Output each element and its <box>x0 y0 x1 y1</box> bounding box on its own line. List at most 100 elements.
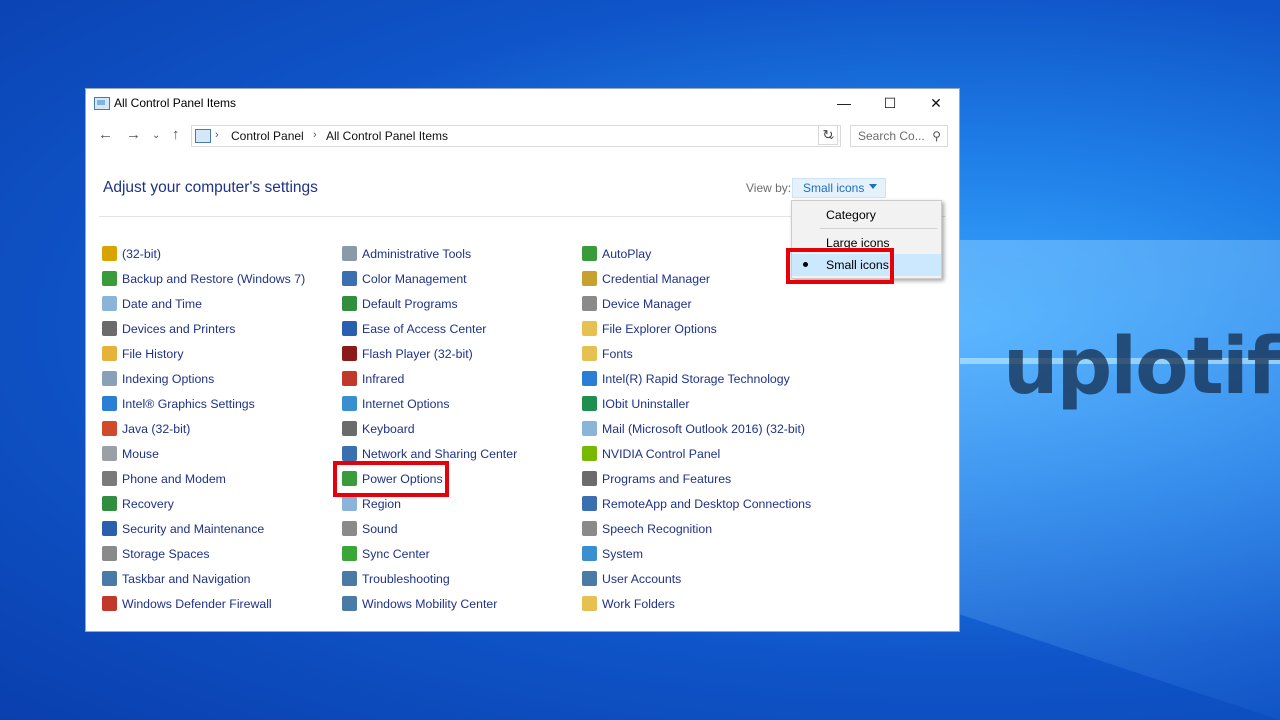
fonts-icon <box>582 346 597 361</box>
control-panel-item[interactable]: Fonts <box>582 344 633 364</box>
control-panel-item[interactable]: Keyboard <box>342 419 415 439</box>
control-panel-item[interactable]: Region <box>342 494 401 514</box>
item-label: (32-bit) <box>122 247 161 261</box>
item-label: Speech Recognition <box>602 522 713 536</box>
backup-icon <box>102 271 117 286</box>
control-panel-item[interactable]: Troubleshooting <box>342 569 450 589</box>
forward-arrow-icon[interactable]: → <box>126 126 141 143</box>
mail-icon <box>582 421 597 436</box>
control-panel-item[interactable]: User Accounts <box>582 569 681 589</box>
address-bar[interactable]: › Control Panel › All Control Panel Item… <box>191 125 841 147</box>
control-panel-item[interactable]: Sync Center <box>342 544 430 564</box>
folder-options-icon <box>582 321 597 336</box>
control-panel-item[interactable]: Recovery <box>102 494 174 514</box>
intel-icon <box>102 396 117 411</box>
watermark: uplotify <box>1003 322 1280 412</box>
breadcrumb-control-panel[interactable]: Control Panel <box>231 126 304 146</box>
highlight-box-small-icons <box>786 248 894 284</box>
item-label: Taskbar and Navigation <box>122 572 251 586</box>
control-panel-item[interactable]: Windows Mobility Center <box>342 594 497 614</box>
control-panel-item[interactable]: Administrative Tools <box>342 244 471 264</box>
infrared-icon <box>342 371 357 386</box>
control-panel-item[interactable]: Ease of Access Center <box>342 319 486 339</box>
firewall-icon <box>102 596 117 611</box>
minimize-button[interactable]: — <box>821 89 867 117</box>
credential-icon <box>582 271 597 286</box>
control-panel-item[interactable]: Work Folders <box>582 594 675 614</box>
item-label: Sound <box>362 522 398 536</box>
item-label: Intel® Graphics Settings <box>122 397 255 411</box>
device-manager-icon <box>582 296 597 311</box>
control-panel-item[interactable]: Java (32-bit) <box>102 419 190 439</box>
nvidia-icon <box>582 446 597 461</box>
item-label: Fonts <box>602 347 633 361</box>
control-panel-item[interactable]: File History <box>102 344 184 364</box>
item-label: Device Manager <box>602 297 692 311</box>
control-panel-item[interactable]: Date and Time <box>102 294 202 314</box>
control-panel-item[interactable]: Intel(R) Rapid Storage Technology <box>582 369 790 389</box>
search-input[interactable]: Search Co... ⚲ <box>850 125 948 147</box>
control-panel-item[interactable]: Indexing Options <box>102 369 214 389</box>
control-panel-item[interactable]: Mouse <box>102 444 159 464</box>
menu-separator <box>820 228 937 229</box>
control-panel-item[interactable]: Taskbar and Navigation <box>102 569 251 589</box>
control-panel-item[interactable]: Sound <box>342 519 398 539</box>
indexing-icon <box>102 371 117 386</box>
back-arrow-icon[interactable]: ← <box>98 126 113 143</box>
control-panel-item[interactable]: Credential Manager <box>582 269 710 289</box>
flag-icon <box>102 521 117 536</box>
breadcrumb-separator-icon[interactable]: › <box>215 125 219 145</box>
control-panel-item[interactable]: Phone and Modem <box>102 469 226 489</box>
control-panel-item[interactable]: Infrared <box>342 369 404 389</box>
control-panel-item[interactable]: Intel® Graphics Settings <box>102 394 255 414</box>
item-label: File History <box>122 347 184 361</box>
item-label: Recovery <box>122 497 174 511</box>
control-panel-item[interactable]: Storage Spaces <box>102 544 210 564</box>
control-panel-item[interactable]: Programs and Features <box>582 469 731 489</box>
control-panel-item[interactable]: Internet Options <box>342 394 450 414</box>
control-panel-item[interactable]: Speech Recognition <box>582 519 712 539</box>
view-by-dropdown[interactable]: Small icons <box>792 178 886 198</box>
control-panel-item[interactable]: Mail (Microsoft Outlook 2016) (32-bit) <box>582 419 805 439</box>
menu-item-category[interactable]: Category <box>792 204 941 226</box>
search-icon: ⚲ <box>932 129 941 143</box>
troubleshoot-icon <box>342 571 357 586</box>
control-panel-item[interactable]: (32-bit) <box>102 244 161 264</box>
item-label: Backup and Restore (Windows 7) <box>122 272 306 286</box>
control-panel-item[interactable]: NVIDIA Control Panel <box>582 444 720 464</box>
control-panel-item[interactable]: AutoPlay <box>582 244 651 264</box>
control-panel-item[interactable]: Device Manager <box>582 294 692 314</box>
recent-locations-chevron-icon[interactable]: ⌄ <box>152 130 160 141</box>
item-label: Keyboard <box>362 422 415 436</box>
item-label: Devices and Printers <box>122 322 236 336</box>
autoplay-icon <box>582 246 597 261</box>
breadcrumb-separator-icon[interactable]: › <box>313 125 317 145</box>
item-label: NVIDIA Control Panel <box>602 447 721 461</box>
control-panel-item[interactable]: System <box>582 544 643 564</box>
iobit-icon <box>582 396 597 411</box>
breadcrumb-all-items[interactable]: All Control Panel Items <box>326 126 448 146</box>
highlight-box-power-options <box>333 461 449 497</box>
control-panel-item[interactable]: Windows Defender Firewall <box>102 594 272 614</box>
control-panel-item[interactable]: IObit Uninstaller <box>582 394 689 414</box>
maximize-button[interactable]: ☐ <box>867 89 913 117</box>
desktop-wallpaper-shape <box>960 240 1280 720</box>
close-button[interactable]: ✕ <box>913 89 959 117</box>
control-panel-item[interactable]: Flash Player (32-bit) <box>342 344 473 364</box>
control-panel-item[interactable]: File Explorer Options <box>582 319 717 339</box>
admin-tools-icon <box>342 246 357 261</box>
up-arrow-icon[interactable]: ↑ <box>172 126 180 143</box>
title-bar[interactable]: All Control Panel Items — ☐ ✕ <box>86 89 959 117</box>
control-panel-item[interactable]: Backup and Restore (Windows 7) <box>102 269 305 289</box>
remote-icon <box>582 496 597 511</box>
control-panel-item[interactable]: Default Programs <box>342 294 458 314</box>
control-panel-item[interactable]: Color Management <box>342 269 467 289</box>
refresh-icon[interactable]: ↻ <box>818 125 838 145</box>
item-label: Internet Options <box>362 397 450 411</box>
item-label: Infrared <box>362 372 405 386</box>
control-panel-item[interactable]: RemoteApp and Desktop Connections <box>582 494 811 514</box>
item-label: Credential Manager <box>602 272 711 286</box>
item-label: RemoteApp and Desktop Connections <box>602 497 812 511</box>
control-panel-item[interactable]: Devices and Printers <box>102 319 235 339</box>
control-panel-item[interactable]: Security and Maintenance <box>102 519 264 539</box>
